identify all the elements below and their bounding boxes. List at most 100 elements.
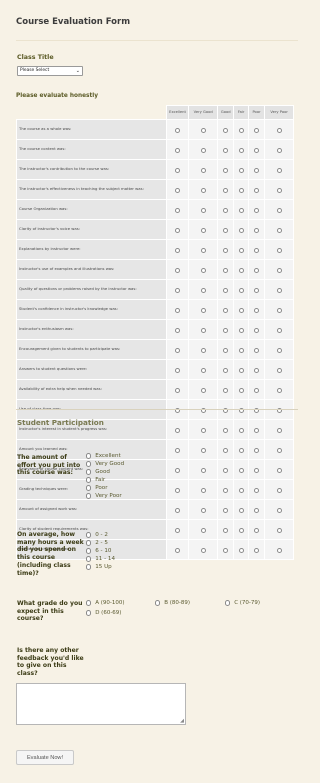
radio-button[interactable] — [254, 468, 260, 473]
radio-button[interactable] — [223, 448, 229, 453]
radio-button[interactable] — [200, 228, 206, 233]
radio-button[interactable] — [254, 528, 260, 533]
radio-button[interactable] — [276, 428, 282, 433]
radio-button[interactable] — [200, 468, 206, 473]
radio-button[interactable] — [225, 600, 231, 606]
effort-option[interactable]: Good — [86, 468, 124, 476]
radio-button[interactable] — [276, 228, 282, 233]
grade-option[interactable]: D (60-69) — [86, 610, 121, 616]
effort-option[interactable]: Fair — [86, 476, 124, 484]
radio-button[interactable] — [200, 208, 206, 213]
radio-button[interactable] — [254, 368, 260, 373]
radio-button[interactable] — [175, 328, 181, 333]
radio-button[interactable] — [276, 308, 282, 313]
radio-button[interactable] — [238, 468, 244, 473]
radio-button[interactable] — [276, 448, 282, 453]
radio-button[interactable] — [276, 188, 282, 193]
radio-button[interactable] — [175, 248, 181, 253]
radio-button[interactable] — [155, 600, 161, 606]
radio-button[interactable] — [223, 548, 229, 553]
radio-button[interactable] — [238, 548, 244, 553]
radio-button[interactable] — [223, 428, 229, 433]
radio-button[interactable] — [276, 148, 282, 153]
radio-button[interactable] — [175, 428, 181, 433]
radio-button[interactable] — [276, 328, 282, 333]
resize-handle-icon[interactable]: ◢ — [180, 718, 184, 724]
radio-button[interactable] — [200, 308, 206, 313]
radio-button[interactable] — [238, 208, 244, 213]
radio-button[interactable] — [223, 308, 229, 313]
radio-button[interactable] — [200, 368, 206, 373]
radio-button[interactable] — [238, 168, 244, 173]
radio-button[interactable] — [200, 348, 206, 353]
radio-button[interactable] — [254, 508, 260, 513]
radio-button[interactable] — [276, 288, 282, 293]
radio-button[interactable] — [276, 508, 282, 513]
radio-button[interactable] — [276, 268, 282, 273]
radio-button[interactable] — [175, 148, 181, 153]
radio-button[interactable] — [175, 468, 181, 473]
radio-button[interactable] — [175, 548, 181, 553]
radio-button[interactable] — [175, 308, 181, 313]
effort-option[interactable]: Very Good — [86, 460, 124, 468]
grade-option[interactable]: B (80-89) — [155, 600, 190, 606]
submit-button[interactable]: Evaluate Now! — [16, 750, 74, 765]
radio-button[interactable] — [254, 348, 260, 353]
effort-option[interactable]: Poor — [86, 484, 124, 492]
radio-button[interactable] — [175, 188, 181, 193]
radio-button[interactable] — [223, 508, 229, 513]
radio-button[interactable] — [86, 600, 92, 606]
radio-button[interactable] — [223, 208, 229, 213]
radio-button[interactable] — [86, 453, 92, 459]
radio-button[interactable] — [200, 328, 206, 333]
radio-button[interactable] — [86, 493, 92, 499]
radio-button[interactable] — [238, 448, 244, 453]
radio-button[interactable] — [86, 485, 92, 491]
radio-button[interactable] — [175, 128, 181, 133]
hours-option[interactable]: 2 - 5 — [86, 539, 115, 547]
radio-button[interactable] — [175, 288, 181, 293]
radio-button[interactable] — [238, 188, 244, 193]
radio-button[interactable] — [238, 348, 244, 353]
radio-button[interactable] — [86, 556, 92, 562]
radio-button[interactable] — [238, 248, 244, 253]
radio-button[interactable] — [223, 188, 229, 193]
radio-button[interactable] — [238, 268, 244, 273]
radio-button[interactable] — [254, 308, 260, 313]
radio-button[interactable] — [276, 248, 282, 253]
radio-button[interactable] — [238, 508, 244, 513]
radio-button[interactable] — [200, 528, 206, 533]
radio-button[interactable] — [276, 348, 282, 353]
radio-button[interactable] — [200, 388, 206, 393]
radio-button[interactable] — [238, 288, 244, 293]
radio-button[interactable] — [223, 328, 229, 333]
radio-button[interactable] — [254, 248, 260, 253]
radio-button[interactable] — [86, 548, 92, 554]
radio-button[interactable] — [254, 448, 260, 453]
radio-button[interactable] — [200, 268, 206, 273]
radio-button[interactable] — [86, 610, 92, 616]
radio-button[interactable] — [276, 388, 282, 393]
radio-button[interactable] — [200, 448, 206, 453]
effort-option[interactable]: Excellent — [86, 452, 124, 460]
radio-button[interactable] — [200, 548, 206, 553]
radio-button[interactable] — [200, 428, 206, 433]
radio-button[interactable] — [175, 228, 181, 233]
radio-button[interactable] — [254, 188, 260, 193]
radio-button[interactable] — [238, 148, 244, 153]
radio-button[interactable] — [200, 148, 206, 153]
radio-button[interactable] — [86, 564, 92, 570]
radio-button[interactable] — [175, 368, 181, 373]
radio-button[interactable] — [276, 208, 282, 213]
effort-option[interactable]: Very Poor — [86, 492, 124, 500]
radio-button[interactable] — [276, 128, 282, 133]
hours-option[interactable]: 6 - 10 — [86, 547, 115, 555]
radio-button[interactable] — [223, 468, 229, 473]
radio-button[interactable] — [223, 268, 229, 273]
radio-button[interactable] — [254, 288, 260, 293]
radio-button[interactable] — [254, 228, 260, 233]
radio-button[interactable] — [175, 348, 181, 353]
hours-option[interactable]: 15 Up — [86, 563, 115, 571]
radio-button[interactable] — [238, 488, 244, 493]
radio-button[interactable] — [276, 168, 282, 173]
